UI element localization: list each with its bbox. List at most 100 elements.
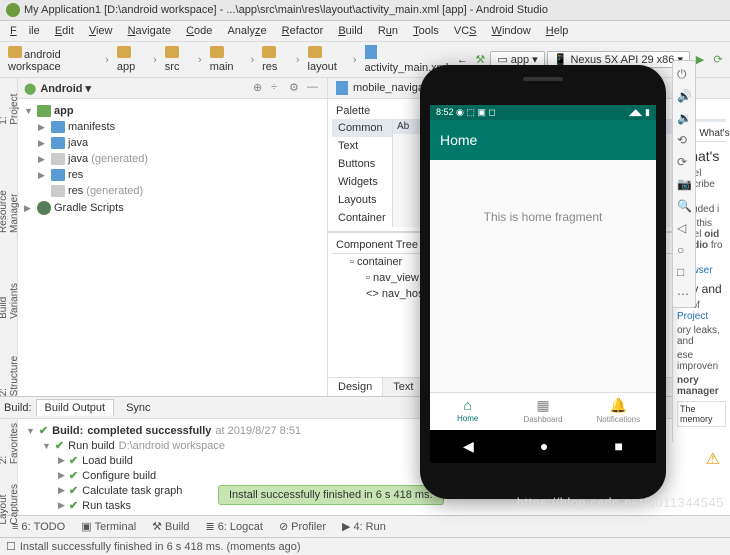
apply-changes-icon[interactable]: ⟳ bbox=[710, 52, 726, 68]
project-link[interactable]: Project bbox=[677, 311, 708, 322]
tab-run[interactable]: ▶ 4: Run bbox=[334, 518, 394, 535]
chevron-right-icon: › bbox=[250, 54, 254, 66]
menu-navigate[interactable]: Navigate bbox=[122, 23, 177, 39]
tab-sync[interactable]: Sync bbox=[118, 400, 158, 416]
camera-icon[interactable]: 📷 bbox=[677, 177, 691, 191]
tree-java[interactable]: ▶java bbox=[24, 135, 321, 151]
nav-notifications[interactable]: 🔔Notifications bbox=[581, 393, 656, 430]
tab-build[interactable]: ⚒ Build bbox=[144, 518, 197, 535]
palette-cat-container[interactable]: Container bbox=[332, 209, 392, 227]
chevron-right-icon: › bbox=[296, 54, 300, 66]
collapse-icon[interactable]: ÷ bbox=[271, 81, 285, 95]
menu-refactor[interactable]: Refactor bbox=[276, 23, 330, 39]
tab-text[interactable]: Text bbox=[383, 378, 424, 396]
breadcrumb-res[interactable]: res bbox=[258, 45, 292, 74]
breadcrumb-app[interactable]: app bbox=[113, 45, 149, 74]
volume-up-icon[interactable]: 🔊 bbox=[677, 89, 691, 103]
rail-resource-manager[interactable]: Resource Manager bbox=[0, 155, 20, 233]
rail-build-variants[interactable]: Build Variants bbox=[0, 263, 20, 319]
home-icon: ⌂ bbox=[430, 397, 505, 413]
folder-icon bbox=[308, 46, 322, 58]
palette-cat-layouts[interactable]: Layouts bbox=[332, 191, 392, 209]
overview-button[interactable]: ■ bbox=[614, 438, 622, 455]
more-icon[interactable]: ⋯ bbox=[677, 287, 691, 301]
status-text: Install successfully finished in 6 s 418… bbox=[20, 541, 301, 553]
palette-cat-text[interactable]: Text bbox=[332, 137, 392, 155]
menu-run[interactable]: Run bbox=[372, 23, 404, 39]
bottom-tool-tabs: ≡ 6: TODO ▣ Terminal ⚒ Build ≣ 6: Logcat… bbox=[0, 515, 730, 537]
phone-speaker bbox=[523, 77, 563, 81]
power-icon[interactable]: ⏻ bbox=[677, 67, 691, 81]
dashboard-icon: ▦ bbox=[505, 397, 580, 414]
palette-cat-buttons[interactable]: Buttons bbox=[332, 155, 392, 173]
menu-build[interactable]: Build bbox=[332, 23, 368, 39]
menu-vcs[interactable]: VCS bbox=[448, 23, 483, 39]
side-text: ese improven bbox=[677, 350, 726, 372]
chevron-right-icon: › bbox=[198, 54, 202, 66]
tab-build-output[interactable]: Build Output bbox=[36, 399, 115, 416]
breadcrumb-main[interactable]: main bbox=[206, 45, 247, 74]
project-tree[interactable]: ▼app ▶manifests ▶java ▶java (generated) … bbox=[18, 99, 327, 396]
menu-window[interactable]: Window bbox=[486, 23, 537, 39]
menu-analyze[interactable]: Analyze bbox=[221, 23, 272, 39]
volume-down-icon[interactable]: 🔉 bbox=[677, 111, 691, 125]
folder-icon bbox=[165, 46, 179, 58]
rotate-right-icon[interactable]: ⟳ bbox=[677, 155, 691, 169]
watermark: https://blog.csdn.net/u011344545 bbox=[517, 495, 724, 510]
gear-icon[interactable]: ⚙ bbox=[289, 81, 303, 95]
tree-manifests[interactable]: ▶manifests bbox=[24, 119, 321, 135]
menu-file[interactable]: File bbox=[4, 23, 46, 39]
chevron-right-icon: › bbox=[353, 54, 357, 66]
menu-edit[interactable]: Edit bbox=[49, 23, 80, 39]
fragment-content: This is home fragment bbox=[430, 160, 656, 392]
tree-app[interactable]: ▼app bbox=[24, 103, 321, 119]
breadcrumb-src[interactable]: src bbox=[161, 45, 194, 74]
back-icon[interactable]: ◁ bbox=[677, 221, 691, 235]
side-box: The memory bbox=[677, 401, 726, 427]
side-tab-whatsnew[interactable]: What's bbox=[695, 126, 730, 141]
nav-dashboard[interactable]: ▦Dashboard bbox=[505, 393, 580, 430]
app-toolbar: Home bbox=[430, 120, 656, 160]
back-button[interactable]: ◀ bbox=[463, 438, 474, 455]
overview-icon[interactable]: □ bbox=[677, 265, 691, 279]
warning-icon[interactable]: ⚠ bbox=[706, 449, 720, 469]
breadcrumb-layout[interactable]: layout bbox=[304, 45, 349, 74]
tree-res[interactable]: ▶res bbox=[24, 167, 321, 183]
install-toast: Install successfully finished in 6 s 418… bbox=[218, 485, 444, 505]
palette-cat-common[interactable]: Common bbox=[332, 119, 392, 137]
menu-code[interactable]: Code bbox=[180, 23, 218, 39]
project-view-dropdown[interactable]: Android ▾ bbox=[40, 82, 249, 95]
tree-java-gen[interactable]: ▶java (generated) bbox=[24, 151, 321, 167]
window-titlebar: My Application1 [D:\android workspace] -… bbox=[0, 0, 730, 21]
xml-file-icon bbox=[365, 45, 377, 59]
home-button[interactable]: ● bbox=[540, 438, 548, 455]
breadcrumb-root[interactable]: android workspace bbox=[4, 45, 101, 74]
tree-res-gen[interactable]: res (generated) bbox=[24, 183, 321, 199]
side-text: nory manager bbox=[677, 375, 726, 397]
tree-gradle[interactable]: ▶Gradle Scripts bbox=[24, 199, 321, 217]
palette-cat-widgets[interactable]: Widgets bbox=[332, 173, 392, 191]
menu-tools[interactable]: Tools bbox=[407, 23, 445, 39]
folder-icon bbox=[117, 46, 131, 58]
rail-project[interactable]: 1: Project bbox=[0, 86, 20, 125]
rail-structure[interactable]: 2: Structure bbox=[0, 349, 20, 396]
rotate-left-icon[interactable]: ⟲ bbox=[677, 133, 691, 147]
zoom-icon[interactable]: 🔍 bbox=[677, 199, 691, 213]
project-tool-window: ⬤ Android ▾ ⊕ ÷ ⚙ — ▼app ▶manifests ▶jav… bbox=[18, 78, 328, 396]
bottom-navigation: ⌂Home ▦Dashboard 🔔Notifications bbox=[430, 392, 656, 430]
tab-terminal[interactable]: ▣ Terminal bbox=[73, 518, 144, 535]
hide-icon[interactable]: — bbox=[307, 81, 321, 95]
tab-logcat[interactable]: ≣ 6: Logcat bbox=[198, 518, 271, 535]
rail-layout-captures[interactable]: Layout Captures bbox=[0, 484, 20, 525]
target-icon[interactable]: ⊕ bbox=[253, 81, 267, 95]
chevron-right-icon: › bbox=[105, 54, 109, 66]
rail-favorites[interactable]: 2: Favorites bbox=[0, 423, 20, 464]
tab-profiler[interactable]: ⊘ Profiler bbox=[271, 518, 334, 535]
nav-home[interactable]: ⌂Home bbox=[430, 393, 505, 430]
tab-design[interactable]: Design bbox=[328, 378, 383, 396]
folder-icon bbox=[51, 153, 65, 165]
home-icon[interactable]: ○ bbox=[677, 243, 691, 257]
menu-view[interactable]: View bbox=[83, 23, 119, 39]
phone-screen[interactable]: 8:52 ◉ ⬚ ▣ ◻ ◢◣ ▮ Home This is home frag… bbox=[430, 105, 656, 463]
menu-help[interactable]: Help bbox=[540, 23, 575, 39]
